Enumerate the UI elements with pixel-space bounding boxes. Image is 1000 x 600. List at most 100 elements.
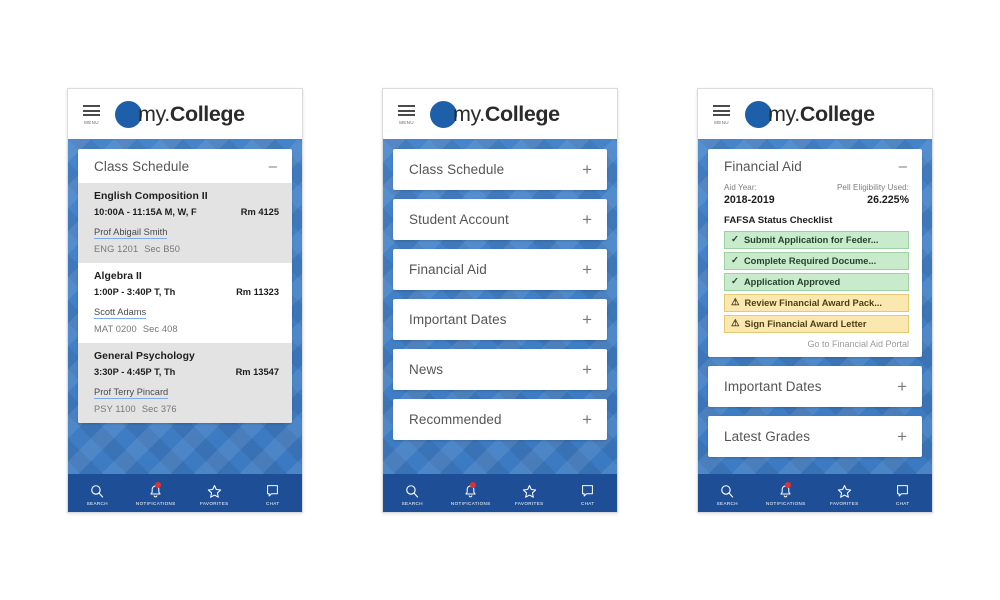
bottom-navigation: SEARCH NOTIFICATIONS FAVORITES CHAT [383,474,617,512]
card-title: News [409,362,444,377]
nav-item-favorites[interactable]: FAVORITES [185,474,244,512]
minus-icon[interactable]: – [269,159,277,174]
course-code: MAT 0200 [94,324,137,334]
star-icon [837,483,852,500]
nav-label: CHAT [580,501,595,507]
accordion-card-news[interactable]: News + [393,349,607,390]
class-time-row: 10:00A - 11:15A M, W, F Rm 4125 [94,207,279,217]
class-name: English Composition II [94,191,208,202]
search-icon [720,483,734,500]
aid-year-stat: Aid Year: 2018-2019 [724,183,775,206]
class-schedule-header[interactable]: Class Schedule – [78,149,292,183]
plus-icon[interactable]: + [897,378,907,395]
class-name: General Psychology [94,351,195,362]
nav-item-favorites[interactable]: FAVORITES [500,474,559,512]
bottom-navigation: SEARCH NOTIFICATIONS FAVORITES CHAT [68,474,302,512]
hamburger-icon[interactable]: MENU [81,105,102,125]
financial-aid-stats: Aid Year: 2018-2019 Pell Eligibility Use… [724,183,909,206]
checklist-item[interactable]: ✓ Complete Required Docume... [724,252,909,270]
hamburger-icon[interactable]: MENU [711,105,732,125]
accordion-card-student-account[interactable]: Student Account + [393,199,607,240]
brand-text: my.College [453,102,560,127]
hamburger-bar [83,105,100,108]
course-section: Sec 408 [142,324,178,334]
plus-icon[interactable]: + [582,211,592,228]
checklist-item[interactable]: ✓ Submit Application for Feder... [724,231,909,249]
accordion-card-important-dates[interactable]: Important Dates + [393,299,607,340]
nav-item-search[interactable]: SEARCH [383,474,442,512]
class-row[interactable]: Algebra II 1:00P - 3:40P T, Th Rm 11323 … [78,263,292,343]
accordion-card-recommended[interactable]: Recommended + [393,399,607,440]
hamburger-bar [83,109,100,112]
accordion-card-important-dates[interactable]: Important Dates + [708,366,922,407]
app-header: MENU my.College [698,89,932,139]
plus-icon[interactable]: + [582,311,592,328]
checklist-item[interactable]: ⚠ Sign Financial Award Letter [724,315,909,333]
checklist-item-label: Review Financial Award Pack... [744,298,882,308]
bell-icon [779,481,792,500]
class-professor-link[interactable]: Prof Terry Pincard [94,387,169,399]
nav-item-chat[interactable]: CHAT [244,474,303,512]
plus-icon[interactable]: + [897,428,907,445]
class-name: Algebra II [94,271,142,282]
card-title: Student Account [409,212,509,227]
brand-logo[interactable]: my.College [115,100,245,128]
hamburger-bar [713,105,730,108]
accordion-card-latest-grades[interactable]: Latest Grades + [708,416,922,457]
nav-item-notifications[interactable]: NOTIFICATIONS [757,474,816,512]
class-code-row: PSY 1100 Sec 376 [94,404,279,414]
course-section: Sec 376 [141,404,177,414]
nav-item-search[interactable]: SEARCH [698,474,757,512]
checklist-item-label: Sign Financial Award Letter [744,319,867,329]
app-body: Class Schedule + Student Account + Finan… [383,139,617,474]
class-professor-link[interactable]: Scott Adams [94,307,147,319]
chat-icon [896,483,909,500]
card-title: Financial Aid [724,158,802,174]
pell-label: Pell Eligibility Used: [836,183,909,192]
accordion-card-financial-aid[interactable]: Financial Aid + [393,249,607,290]
nav-item-chat[interactable]: CHAT [559,474,618,512]
financial-aid-portal-link[interactable]: Go to Financial Aid Portal [724,339,909,349]
brand-text-light: my. [138,101,170,126]
minus-icon[interactable]: – [899,159,907,174]
class-row[interactable]: English Composition II 10:00A - 11:15A M… [78,183,292,263]
card-title: Recommended [409,412,502,427]
bottom-navigation: SEARCH NOTIFICATIONS FAVORITES CHAT [698,474,932,512]
content-scroll-area: Class Schedule + Student Account + Finan… [393,149,607,474]
class-time-row: 1:00P - 3:40P T, Th Rm 11323 [94,287,279,297]
nav-item-notifications[interactable]: NOTIFICATIONS [442,474,501,512]
nav-label: NOTIFICATIONS [450,501,491,507]
plus-icon[interactable]: + [582,261,592,278]
nav-item-search[interactable]: SEARCH [68,474,127,512]
nav-label: SEARCH [86,501,108,507]
brand-text: my.College [138,102,245,127]
aid-year-label: Aid Year: [724,183,757,192]
nav-item-favorites[interactable]: FAVORITES [815,474,874,512]
plus-icon[interactable]: + [582,411,592,428]
aid-year-value: 2018-2019 [724,194,775,206]
nav-item-chat[interactable]: CHAT [874,474,933,512]
brand-logo[interactable]: my.College [745,100,875,128]
content-scroll-area: Financial Aid – Aid Year: 2018-2019 Pell… [708,149,922,474]
class-schedule-card: Class Schedule – English Composition II … [78,149,292,423]
phone-mockup-1: MENU my.College Class Schedule – English… [67,88,303,513]
class-row[interactable]: General Psychology 3:30P - 4:45P T, Th R… [78,343,292,423]
checklist-item[interactable]: ✓ Application Approved [724,273,909,291]
financial-aid-header[interactable]: Financial Aid – [708,149,922,183]
card-title: Class Schedule [94,158,190,174]
plus-icon[interactable]: + [582,161,592,178]
plus-icon[interactable]: + [582,361,592,378]
chat-icon [266,483,279,500]
nav-label: SEARCH [716,501,738,507]
check-icon: ✓ [731,234,739,246]
class-room: Rm 11323 [236,287,279,297]
warning-icon: ⚠ [731,318,740,330]
nav-item-notifications[interactable]: NOTIFICATIONS [127,474,186,512]
card-title: Class Schedule [409,162,505,177]
brand-logo[interactable]: my.College [430,100,560,128]
class-professor-link[interactable]: Prof Abigail Smith [94,227,168,239]
hamburger-icon[interactable]: MENU [396,105,417,125]
accordion-card-class-schedule[interactable]: Class Schedule + [393,149,607,190]
checklist-item[interactable]: ⚠ Review Financial Award Pack... [724,294,909,312]
brand-text-bold: College [484,101,560,126]
